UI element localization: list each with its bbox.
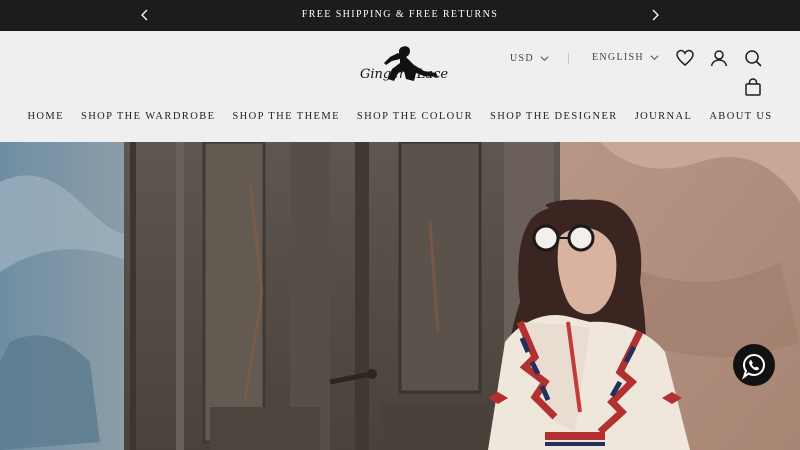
search-icon[interactable] [742,47,764,69]
chevron-right-icon[interactable] [646,6,664,24]
main-nav: HOME SHOP THE WARDROBE SHOP THE THEME SH… [0,111,800,122]
chevron-down-icon [650,55,659,61]
site-logo[interactable]: Ginger&Lace [358,43,448,93]
currency-value: USD [510,53,534,64]
heart-icon[interactable] [674,47,696,69]
logo-text: Ginger&Lace [360,67,449,82]
nav-item-home[interactable]: HOME [27,111,64,122]
nav-item-shop-the-theme[interactable]: SHOP THE THEME [232,111,340,122]
chevron-down-icon [540,56,549,62]
language-value: ENGLISH [592,52,644,63]
language-selector[interactable]: ENGLISH [592,52,659,63]
cart-icon[interactable] [742,76,764,98]
nav-item-shop-the-colour[interactable]: SHOP THE COLOUR [357,111,473,122]
nav-item-shop-the-wardrobe[interactable]: SHOP THE WARDROBE [81,111,215,122]
site-header: Ginger&Lace USD ENGLISH HOME SHOP THE WA… [0,31,800,142]
announcement-bar: FREE SHIPPING & FREE RETURNS [0,0,800,31]
selector-divider [568,53,569,64]
currency-selector[interactable]: USD [510,53,549,64]
nav-item-journal[interactable]: JOURNAL [635,111,693,122]
nav-item-shop-the-designer[interactable]: SHOP THE DESIGNER [490,111,618,122]
account-icon[interactable] [708,47,730,69]
nav-item-about-us[interactable]: ABOUT US [709,111,772,122]
hero-image[interactable] [0,142,800,450]
whatsapp-icon[interactable] [733,344,775,386]
announcement-text: FREE SHIPPING & FREE RETURNS [301,9,499,20]
hero-photo [0,142,800,450]
